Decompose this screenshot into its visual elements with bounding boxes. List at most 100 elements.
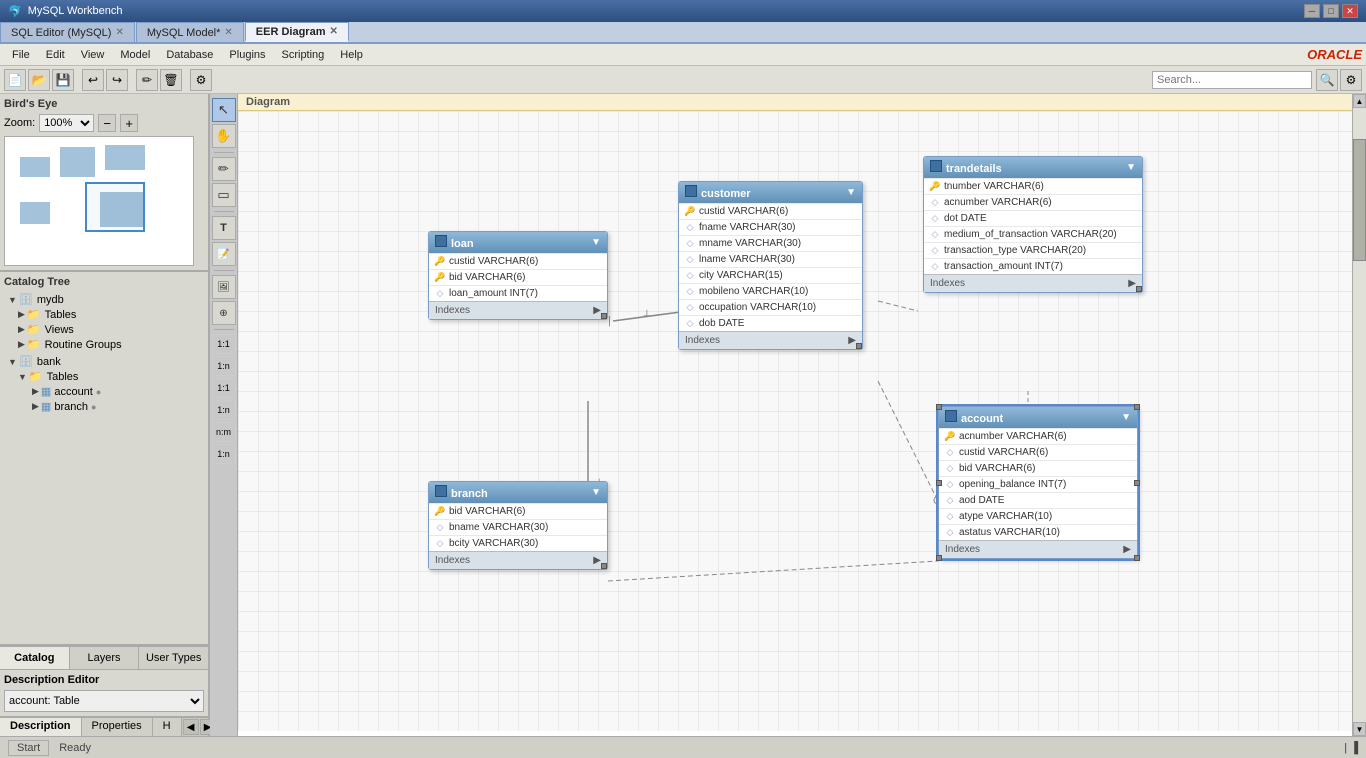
toolbar-settings-icon[interactable]: ⚙: [1340, 69, 1362, 91]
rel-btn-1-nb[interactable]: 1:n: [212, 400, 236, 420]
field-loan-amount[interactable]: ◇ loan_amount INT(7): [429, 285, 607, 301]
zoom-out-button[interactable]: −: [98, 114, 116, 132]
menu-plugins[interactable]: Plugins: [221, 47, 273, 63]
scroll-up-arrow[interactable]: ▲: [1353, 94, 1366, 108]
description-select[interactable]: account: Table branch: Table loan: Table…: [4, 690, 204, 712]
field-branch-bcity[interactable]: ◇ bcity VARCHAR(30): [429, 535, 607, 551]
menu-help[interactable]: Help: [332, 47, 371, 63]
table-account-indexes[interactable]: Indexes ▶: [939, 540, 1137, 558]
menu-edit[interactable]: Edit: [38, 47, 73, 63]
start-button[interactable]: Start: [8, 740, 49, 756]
ltab-catalog[interactable]: Catalog: [0, 647, 70, 669]
handle-ml[interactable]: [936, 480, 942, 486]
tool-image[interactable]: 🖼: [212, 275, 236, 299]
field-tran-amount[interactable]: ◇ transaction_amount INT(7): [924, 258, 1142, 274]
field-loan-bid[interactable]: 🔑 bid VARCHAR(6): [429, 269, 607, 285]
minimize-button[interactable]: ─: [1304, 4, 1320, 18]
zoom-select[interactable]: 100% 50% 75% 125% 150%: [39, 114, 94, 132]
tab-sql-editor[interactable]: SQL Editor (MySQL) ✕: [0, 22, 135, 42]
panel-scroll-left[interactable]: ◀: [183, 719, 199, 735]
field-tran-acnumber[interactable]: ◇ acnumber VARCHAR(6): [924, 194, 1142, 210]
field-account-atype[interactable]: ◇ atype VARCHAR(10): [939, 508, 1137, 524]
toolbar-extra1[interactable]: ⚙: [190, 69, 212, 91]
bltab-description[interactable]: Description: [0, 718, 82, 736]
table-customer[interactable]: customer ▼ 🔑 custid VARCHAR(6) ◇ fname V…: [678, 181, 863, 350]
field-tran-medium[interactable]: ◇ medium_of_transaction VARCHAR(20): [924, 226, 1142, 242]
handle-mr[interactable]: [1134, 480, 1140, 486]
toolbar-open[interactable]: 📂: [28, 69, 50, 91]
close-eer-diagram-icon[interactable]: ✕: [330, 26, 338, 37]
tool-text[interactable]: T: [212, 216, 236, 240]
tool-note[interactable]: 📝: [212, 242, 236, 266]
table-branch[interactable]: branch ▼ 🔑 bid VARCHAR(6) ◇ bname VARCHA…: [428, 481, 608, 570]
toolbar-edit[interactable]: ✏: [136, 69, 158, 91]
table-trandetails-indexes[interactable]: Indexes ▶: [924, 274, 1142, 292]
table-customer-indexes[interactable]: Indexes ▶: [679, 331, 862, 349]
menu-scripting[interactable]: Scripting: [274, 47, 333, 63]
field-tran-type[interactable]: ◇ transaction_type VARCHAR(20): [924, 242, 1142, 258]
table-branch-resize[interactable]: [601, 563, 607, 569]
close-sql-editor-icon[interactable]: ✕: [115, 27, 123, 38]
rel-btn-1-n[interactable]: 1:n: [212, 356, 236, 376]
field-loan-custid[interactable]: 🔑 custid VARCHAR(6): [429, 253, 607, 269]
field-tran-tnumber[interactable]: 🔑 tnumber VARCHAR(6): [924, 178, 1142, 194]
tree-item-mydb-tables[interactable]: ▶ 📁 Tables: [4, 307, 204, 322]
rel-btn-1-1b[interactable]: 1:1: [212, 378, 236, 398]
field-customer-lname[interactable]: ◇ lname VARCHAR(30): [679, 251, 862, 267]
toolbar-undo[interactable]: ↩: [82, 69, 104, 91]
tree-item-bank-tables[interactable]: ▼ 📁 Tables: [4, 369, 204, 384]
tree-item-mydb-routines[interactable]: ▶ 📁 Routine Groups: [4, 337, 204, 352]
field-customer-mname[interactable]: ◇ mname VARCHAR(30): [679, 235, 862, 251]
table-loan-resize[interactable]: [601, 313, 607, 319]
tool-rect[interactable]: ▭: [212, 183, 236, 207]
toolbar-new[interactable]: 📄: [4, 69, 26, 91]
tool-cursor[interactable]: ↖: [212, 98, 236, 122]
ltab-user-types[interactable]: User Types: [139, 647, 208, 669]
field-account-custid[interactable]: ◇ custid VARCHAR(6): [939, 444, 1137, 460]
field-account-bid[interactable]: ◇ bid VARCHAR(6): [939, 460, 1137, 476]
tool-pen[interactable]: ✏: [212, 157, 236, 181]
field-customer-occupation[interactable]: ◇ occupation VARCHAR(10): [679, 299, 862, 315]
field-tran-dot[interactable]: ◇ dot DATE: [924, 210, 1142, 226]
menu-model[interactable]: Model: [112, 47, 158, 63]
maximize-button[interactable]: □: [1323, 4, 1339, 18]
menu-view[interactable]: View: [73, 47, 113, 63]
field-account-acnumber[interactable]: 🔑 acnumber VARCHAR(6): [939, 428, 1137, 444]
rel-btn-n-m[interactable]: n:m: [212, 422, 236, 442]
tool-zoom-region[interactable]: ⊕: [212, 301, 236, 325]
field-account-aod[interactable]: ◇ aod DATE: [939, 492, 1137, 508]
table-trandetails[interactable]: trandetails ▼ 🔑 tnumber VARCHAR(6) ◇ acn…: [923, 156, 1143, 293]
diagram-canvas[interactable]: ⊥ | > O > ⊢ loan: [238, 111, 1352, 731]
field-customer-city[interactable]: ◇ city VARCHAR(15): [679, 267, 862, 283]
tree-item-bank[interactable]: ▼ 🗄 bank: [4, 354, 204, 369]
handle-tl[interactable]: [936, 404, 942, 410]
field-customer-dob[interactable]: ◇ dob DATE: [679, 315, 862, 331]
tree-item-mydb[interactable]: ▼ 🗄 mydb: [4, 292, 204, 307]
toolbar-save[interactable]: 💾: [52, 69, 74, 91]
handle-bl[interactable]: [936, 555, 942, 561]
handle-br[interactable]: [1134, 555, 1140, 561]
close-button[interactable]: ✕: [1342, 4, 1358, 18]
field-account-astatus[interactable]: ◇ astatus VARCHAR(10): [939, 524, 1137, 540]
table-loan-indexes[interactable]: Indexes ▶: [429, 301, 607, 319]
table-loan[interactable]: loan ▼ 🔑 custid VARCHAR(6) 🔑 bid VARCHAR…: [428, 231, 608, 320]
tree-item-account[interactable]: ▶ ▦ account ●: [4, 384, 204, 399]
table-account[interactable]: account ▼ 🔑 acnumber VARCHAR(6) ◇ custid…: [938, 406, 1138, 559]
field-branch-bname[interactable]: ◇ bname VARCHAR(30): [429, 519, 607, 535]
tab-mysql-model[interactable]: MySQL Model* ✕: [136, 22, 244, 42]
toolbar-redo[interactable]: ↪: [106, 69, 128, 91]
scroll-track[interactable]: [1353, 108, 1366, 722]
tab-eer-diagram[interactable]: EER Diagram ✕: [245, 22, 349, 42]
table-branch-indexes[interactable]: Indexes ▶: [429, 551, 607, 569]
field-customer-custid[interactable]: 🔑 custid VARCHAR(6): [679, 203, 862, 219]
bltab-properties[interactable]: Properties: [82, 718, 153, 736]
rel-btn-1-1[interactable]: 1:1: [212, 334, 236, 354]
toolbar-search-icon[interactable]: 🔍: [1316, 69, 1338, 91]
tool-hand[interactable]: ✋: [212, 124, 236, 148]
field-customer-mobileno[interactable]: ◇ mobileno VARCHAR(10): [679, 283, 862, 299]
menu-database[interactable]: Database: [158, 47, 221, 63]
table-customer-resize[interactable]: [856, 343, 862, 349]
toolbar-search-input[interactable]: [1152, 71, 1312, 89]
ltab-layers[interactable]: Layers: [70, 647, 140, 669]
scroll-thumb[interactable]: [1353, 139, 1366, 262]
